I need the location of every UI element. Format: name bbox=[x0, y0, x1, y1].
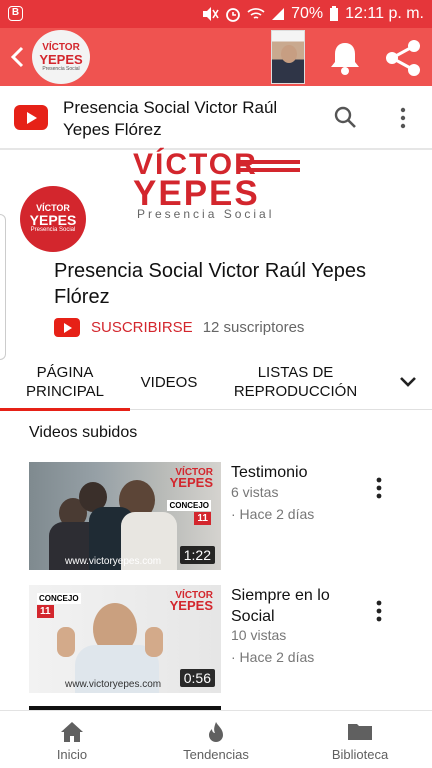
youtube-logo-icon[interactable] bbox=[14, 105, 48, 130]
flame-icon bbox=[209, 722, 223, 742]
side-panel-edge[interactable] bbox=[0, 214, 6, 360]
app-screen: B 70% 12:11 p. m. VÍCTOR YEPES Presencia… bbox=[0, 0, 432, 768]
battery-icon bbox=[330, 6, 339, 21]
video-duration: 0:56 bbox=[179, 669, 215, 687]
nav-home[interactable]: Inicio bbox=[12, 711, 132, 768]
thumbnail-logo-line2: YEPES bbox=[169, 475, 213, 490]
channel-avatar: VÍCTOR YEPES Presencia Social bbox=[20, 186, 86, 252]
subscribe-button[interactable]: SUSCRIBIRSE bbox=[91, 319, 193, 336]
video-thumbnail[interactable]: CONCEJO 11 VÍCTOR YEPES www.victoryepes.… bbox=[29, 585, 221, 693]
channel-name: Presencia Social Victor Raúl Yepes Flóre… bbox=[54, 260, 367, 308]
banner-stripe bbox=[240, 160, 300, 164]
concejo-label: CONCEJO bbox=[37, 593, 81, 604]
nav-home-label: Inicio bbox=[56, 747, 88, 762]
home-icon bbox=[61, 722, 83, 742]
avatar-line2: YEPES bbox=[29, 211, 77, 228]
video-age: · Hace 2 días bbox=[231, 649, 315, 665]
mute-icon bbox=[203, 7, 219, 21]
video-item[interactable]: VÍCTOR YEPES CONCEJO 11 www.victoryepes.… bbox=[29, 462, 409, 572]
banner-stripe bbox=[240, 168, 300, 172]
subscribe-row: SUSCRIBIRSE 12 suscriptores bbox=[54, 316, 304, 338]
nav-trending[interactable]: Tendencias bbox=[156, 711, 276, 768]
bell-icon[interactable] bbox=[328, 40, 362, 76]
status-time: 12:11 p. m. bbox=[345, 5, 424, 22]
b-icon: B bbox=[8, 6, 23, 21]
folder-icon bbox=[348, 724, 372, 740]
tab-videos[interactable]: VIDEOS bbox=[130, 354, 208, 410]
youtube-play-icon[interactable] bbox=[54, 317, 80, 337]
tab-playlists[interactable]: LISTAS DE REPRODUCCIÓN bbox=[208, 354, 383, 410]
app-bar: VÍCTOR YEPES Presencia Social bbox=[0, 28, 432, 86]
video-duration: 1:22 bbox=[179, 546, 215, 564]
nav-library[interactable]: Biblioteca bbox=[300, 711, 420, 768]
wifi-icon bbox=[247, 8, 265, 19]
app-logo-line1: VÍCTOR bbox=[42, 41, 80, 53]
search-icon[interactable] bbox=[333, 105, 357, 129]
section-title: Videos subidos bbox=[29, 424, 138, 441]
back-arrow-icon[interactable] bbox=[6, 42, 30, 72]
signal-icon bbox=[272, 8, 285, 20]
chevron-down-icon[interactable] bbox=[396, 372, 420, 392]
more-vert-icon[interactable] bbox=[371, 476, 387, 500]
thumbnail-url: www.victoryepes.com bbox=[65, 556, 162, 567]
list-number: 11 bbox=[194, 512, 211, 525]
video-views: 10 vistas bbox=[231, 627, 287, 643]
battery-percent: 70% bbox=[291, 5, 324, 22]
youtube-header: Presencia Social Victor Raúl Yepes Flóre… bbox=[0, 86, 432, 150]
banner-line2: YEPES bbox=[133, 174, 260, 213]
more-vert-icon[interactable] bbox=[393, 106, 413, 130]
video-thumbnail[interactable]: VÍCTOR YEPES CONCEJO 11 www.victoryepes.… bbox=[29, 462, 221, 570]
app-logo-line2: YEPES bbox=[39, 51, 83, 67]
video-title[interactable]: Testimonio bbox=[231, 462, 351, 483]
banner-subtitle: Presencia Social bbox=[137, 207, 275, 221]
channel-tabs: PÁGINA PRINCIPAL VIDEOS LISTAS DE REPROD… bbox=[0, 354, 432, 411]
share-icon[interactable] bbox=[383, 38, 423, 78]
more-vert-icon[interactable] bbox=[371, 599, 387, 623]
nav-library-label: Biblioteca bbox=[331, 747, 389, 762]
thumbnail-url: www.victoryepes.com bbox=[65, 679, 162, 690]
profile-photo[interactable] bbox=[271, 30, 305, 84]
nav-trending-label: Tendencias bbox=[183, 747, 249, 762]
tab-home[interactable]: PÁGINA PRINCIPAL bbox=[0, 354, 130, 411]
video-title[interactable]: Siempre en lo Social bbox=[231, 585, 351, 627]
list-number: 11 bbox=[37, 605, 54, 618]
alarm-icon bbox=[226, 8, 241, 22]
thumbnail-logo-line2: YEPES bbox=[169, 598, 213, 613]
subscriber-count: 12 suscriptores bbox=[202, 318, 305, 336]
concejo-label: CONCEJO bbox=[167, 500, 211, 511]
bottom-navigation: Inicio Tendencias Biblioteca bbox=[0, 710, 432, 768]
avatar-line3: Presencia Social bbox=[30, 226, 76, 233]
channel-header-title: Presencia Social Victor Raúl Yepes Flóre… bbox=[63, 98, 278, 139]
app-logo: VÍCTOR YEPES Presencia Social bbox=[32, 30, 90, 84]
app-logo-line3: Presencia Social bbox=[42, 65, 80, 72]
status-bar: B 70% 12:11 p. m. bbox=[0, 0, 432, 28]
video-views: 6 vistas bbox=[231, 484, 279, 500]
video-age: · Hace 2 días bbox=[231, 506, 315, 522]
video-item[interactable]: CONCEJO 11 VÍCTOR YEPES www.victoryepes.… bbox=[29, 585, 409, 695]
